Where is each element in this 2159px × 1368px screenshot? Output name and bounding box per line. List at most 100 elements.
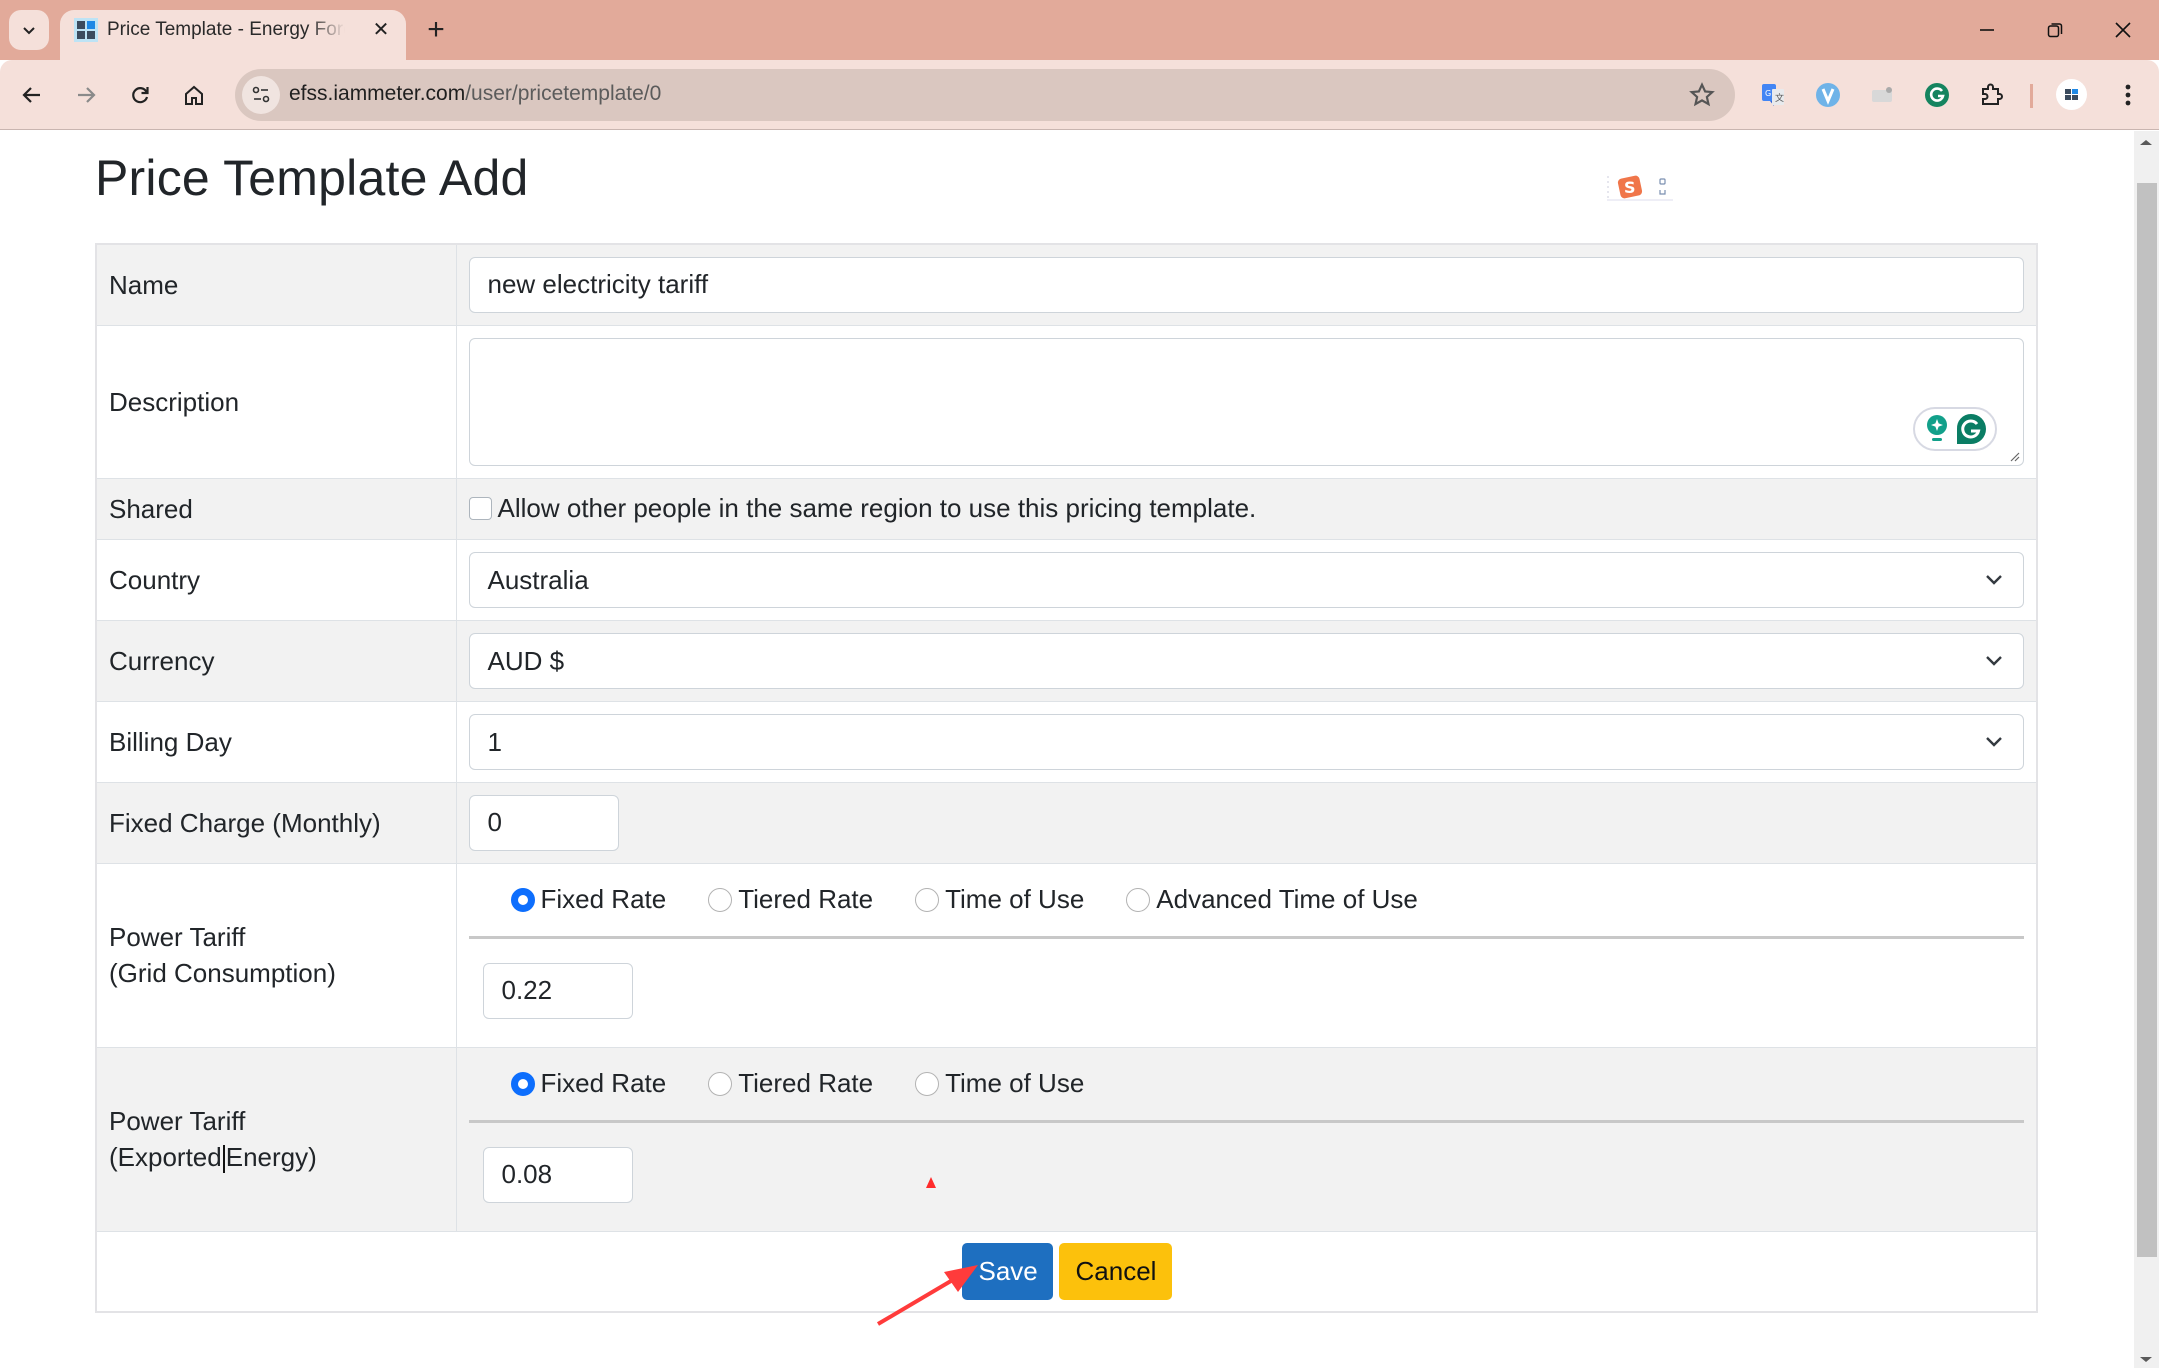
reload-button[interactable]: [123, 78, 157, 112]
lightbulb-icon: [1926, 414, 1947, 441]
arrow-left-icon: [22, 87, 40, 103]
form-actions-row: Save Cancel: [95, 1230, 2038, 1313]
url-host: efss.iammeter.com: [289, 82, 466, 105]
export-tariff-label-line2: (Exported Energy): [109, 1139, 444, 1175]
scrollbar-thumb[interactable]: [2137, 183, 2157, 1257]
annotation-marker: [926, 1177, 936, 1188]
form-row-currency: Currency AUD $: [95, 619, 2038, 702]
forward-button[interactable]: [69, 78, 103, 112]
tab-search-button[interactable]: [9, 10, 49, 50]
annotation-arrow-icon: [876, 1265, 978, 1326]
name-label: Name: [95, 243, 457, 326]
radio-unchecked[interactable]: [915, 887, 940, 912]
grid-tariff-label-line1: Power Tariff: [109, 922, 246, 952]
export-radio-time-of-use[interactable]: Time of Use: [915, 1068, 1084, 1099]
fixed-charge-input[interactable]: [468, 794, 619, 851]
window-close-button[interactable]: [2098, 12, 2148, 48]
shared-checkbox-field[interactable]: Allow other people in the same region to…: [468, 479, 2025, 539]
grid-tariff-label: Power Tariff (Grid Consumption): [95, 862, 457, 1048]
close-icon: [2115, 22, 2131, 38]
grid-tariff-label-line2: (Grid Consumption): [109, 958, 336, 988]
radio-checked[interactable]: [510, 1071, 535, 1096]
radio-unchecked[interactable]: [708, 1071, 733, 1096]
chevron-down-icon: [1986, 655, 2002, 666]
currency-selected-value: AUD $: [487, 645, 565, 676]
billing-day-label: Billing Day: [95, 700, 457, 783]
arrow-right-icon: [78, 87, 96, 103]
home-button[interactable]: [177, 78, 211, 112]
grammarly-widget[interactable]: [1913, 406, 1997, 451]
address-bar[interactable]: efss.iammeter.com/user/pricetemplate/0: [235, 69, 1735, 121]
browser-menu-icon[interactable]: [2114, 79, 2142, 111]
radio-unchecked[interactable]: [708, 887, 733, 912]
shared-checkbox-text: Allow other people in the same region to…: [497, 493, 1257, 523]
currency-label: Currency: [95, 619, 457, 702]
grid-radio-advanced-time-of-use[interactable]: Advanced Time of Use: [1126, 884, 1418, 915]
svg-text:G: G: [1765, 89, 1771, 98]
resize-grip-icon[interactable]: [2008, 450, 2020, 462]
v-extension-icon[interactable]: [1812, 79, 1844, 111]
svg-text:文: 文: [1775, 92, 1784, 104]
site-info-icon[interactable]: [242, 76, 280, 114]
window-minimize-button[interactable]: [1962, 12, 2012, 48]
grid-radio-time-of-use[interactable]: Time of Use: [915, 884, 1084, 915]
currency-select[interactable]: AUD $: [468, 632, 2024, 689]
export-tariff-label: Power Tariff (Exported Energy): [95, 1046, 457, 1232]
form-row-export-tariff: Power Tariff (Exported Energy) Fixed Rate…: [95, 1046, 2038, 1232]
export-rate-input[interactable]: [482, 1146, 633, 1203]
page-title: Price Template Add: [95, 150, 529, 206]
radio-unchecked[interactable]: [1126, 887, 1151, 912]
svg-text:S: S: [1624, 178, 1636, 197]
browser-toolbar: efss.iammeter.com/user/pricetemplate/0 G…: [0, 60, 2159, 130]
radio-label: Time of Use: [945, 1068, 1085, 1098]
shared-checkbox[interactable]: [468, 497, 492, 520]
extensions-puzzle-icon[interactable]: [1975, 79, 2007, 111]
url-path: /user/pricetemplate/0: [465, 82, 662, 105]
new-tab-button[interactable]: +: [420, 13, 452, 46]
profile-avatar[interactable]: [2056, 79, 2087, 110]
browser-tab-strip: Price Template - Energy Forecast ✕ +: [0, 0, 2159, 60]
billing-day-selected-value: 1: [487, 726, 502, 757]
label-part: (Exported: [109, 1142, 222, 1172]
sogou-ime-icon[interactable]: S: [1605, 173, 1675, 201]
toolbar-divider: [2030, 84, 2033, 108]
country-select[interactable]: Australia: [468, 551, 2024, 608]
form-row-shared: Shared Allow other people in the same re…: [95, 477, 2038, 540]
tab-close-icon[interactable]: ✕: [368, 16, 394, 42]
grammarly-g-icon: [1956, 413, 1986, 444]
home-icon: [185, 85, 203, 105]
export-radio-tiered-rate[interactable]: Tiered Rate: [708, 1068, 873, 1099]
name-input[interactable]: [468, 256, 2024, 313]
form-row-billing-day: Billing Day 1: [95, 700, 2038, 783]
tab-title: Price Template - Energy Forecast: [107, 19, 345, 40]
text-cursor: [222, 1145, 225, 1174]
grammarly-icon[interactable]: [1921, 79, 1953, 111]
description-textarea[interactable]: [468, 337, 2024, 466]
google-translate-icon[interactable]: G文: [1757, 79, 1789, 111]
radio-checked[interactable]: [510, 887, 535, 912]
grid-rate-input[interactable]: [482, 962, 633, 1019]
window-restore-button[interactable]: [2030, 12, 2080, 48]
grid-radio-tiered-rate[interactable]: Tiered Rate: [708, 884, 873, 915]
page-viewport: Price Template Add S Name Description: [0, 131, 2134, 1368]
form-row-name: Name: [95, 243, 2038, 326]
bookmark-star-icon[interactable]: [1689, 82, 1715, 108]
cancel-button[interactable]: Cancel: [1058, 1242, 1172, 1300]
page-scrollbar[interactable]: [2134, 131, 2159, 1368]
grid-radio-fixed-rate[interactable]: Fixed Rate: [510, 884, 666, 915]
reload-icon: [132, 87, 149, 104]
form-row-country: Country Australia: [95, 538, 2038, 621]
scroll-up-arrow-icon[interactable]: [2140, 140, 2152, 145]
chevron-down-icon: [1986, 574, 2002, 585]
radio-label: Tiered Rate: [738, 1068, 874, 1098]
url-text[interactable]: efss.iammeter.com/user/pricetemplate/0: [289, 82, 661, 106]
radio-unchecked[interactable]: [915, 1071, 940, 1096]
back-button[interactable]: [15, 78, 49, 112]
export-radio-fixed-rate[interactable]: Fixed Rate: [510, 1068, 666, 1099]
billing-day-select[interactable]: 1: [468, 713, 2024, 770]
radio-label: Advanced Time of Use: [1156, 884, 1418, 914]
description-label: Description: [95, 324, 457, 479]
scroll-down-arrow-icon[interactable]: [2140, 1357, 2152, 1362]
browser-tab-active[interactable]: Price Template - Energy Forecast ✕: [60, 10, 406, 60]
screenshot-extension-icon[interactable]: [1866, 79, 1898, 111]
